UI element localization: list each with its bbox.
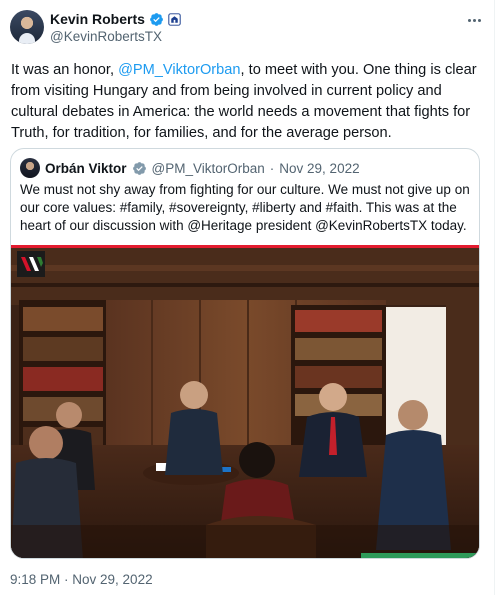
- quoted-author-avatar: [20, 158, 40, 178]
- author-avatar[interactable]: [10, 10, 44, 44]
- author-name-row: Kevin Roberts: [50, 11, 181, 27]
- quoted-tweet-text: We must not shy away from fighting for o…: [20, 182, 470, 233]
- quoted-author-handle: @PM_ViktorOrban: [151, 160, 265, 176]
- quoted-tweet[interactable]: Orbán Viktor @PM_ViktorOrban · Nov 29, 2…: [10, 148, 480, 559]
- author-handle[interactable]: @KevinRobertsTX: [50, 29, 162, 44]
- tweet-text-start: It was an honor,: [11, 62, 119, 78]
- tweet-timestamp[interactable]: 9:18 PM · Nov 29, 2022: [10, 572, 153, 587]
- meta-separator: ·: [269, 160, 275, 176]
- affiliation-badge-icon: [168, 12, 181, 26]
- tweet-card: Kevin Roberts @KevinRobertsTX It was an …: [0, 0, 495, 595]
- more-dot-icon: [467, 18, 471, 22]
- meeting-photo-illustration: [11, 245, 479, 558]
- more-options-button[interactable]: [462, 10, 486, 30]
- more-dot-icon: [472, 18, 476, 22]
- more-dot-icon: [477, 18, 481, 22]
- quoted-tweet-header: Orbán Viktor @PM_ViktorOrban · Nov 29, 2…: [20, 158, 360, 178]
- quoted-tweet-date: Nov 29, 2022: [279, 160, 360, 176]
- quoted-author-name: Orbán Viktor: [45, 160, 127, 176]
- verified-badge-icon: [150, 12, 163, 26]
- verified-badge-icon: [132, 161, 146, 175]
- author-name[interactable]: Kevin Roberts: [50, 11, 145, 27]
- mention-link[interactable]: @PM_ViktorOrban: [118, 62, 240, 78]
- broadcaster-logo-icon: [17, 251, 45, 277]
- tweet-text: It was an honor, @PM_ViktorOrban, to mee…: [11, 60, 485, 144]
- meeting-photo[interactable]: [11, 245, 479, 558]
